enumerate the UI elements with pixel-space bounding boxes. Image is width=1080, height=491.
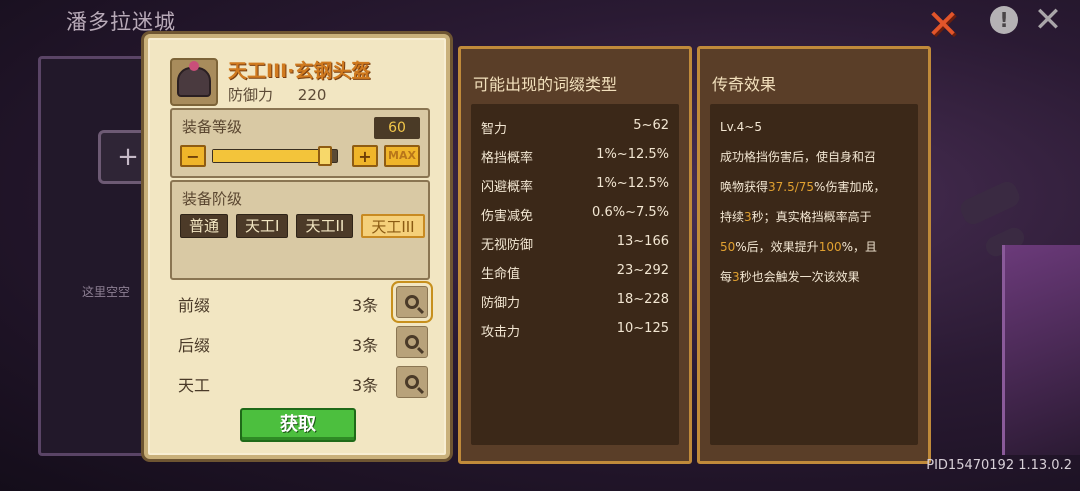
list-item: 生命值 23~292 bbox=[481, 263, 669, 292]
magnifier-icon bbox=[405, 335, 419, 349]
legendary-text: %后，效果提升 bbox=[735, 240, 819, 254]
background-rock bbox=[957, 178, 1023, 228]
affix-type-range: 23~292 bbox=[616, 263, 669, 278]
affix-type-range: 13~166 bbox=[616, 234, 669, 249]
legendary-description: Lv.4~5 成功格挡伤害后，使自身和召 唤物获得37.5/75%伤害加成， 持… bbox=[720, 112, 908, 292]
legendary-text: %，且 bbox=[841, 240, 877, 254]
legendary-text: 每 bbox=[720, 270, 733, 284]
affix-name: 天工 bbox=[178, 376, 211, 395]
legendary-highlight: 37.5/75 bbox=[768, 180, 815, 194]
affix-types-panel: 可能出现的词缀类型 智力 5~62 格挡概率 1%~12.5% 闪避概率 1%~12.… bbox=[458, 46, 692, 464]
affix-row-suffix: 后缀 3条 bbox=[178, 326, 432, 358]
tier-label: 装备阶级 bbox=[182, 190, 243, 208]
affix-name: 前缀 bbox=[178, 296, 211, 315]
level-slider-fill bbox=[213, 150, 325, 162]
legendary-line: 每3秒也会触发一次该效果 bbox=[720, 262, 908, 292]
affix-count: 3条 bbox=[352, 296, 379, 315]
stat-value: 220 bbox=[297, 86, 327, 104]
legendary-line: 持续3秒；真实格挡概率高于 bbox=[720, 202, 908, 232]
legendary-text: %伤害加成， bbox=[814, 180, 886, 194]
affix-type-name: 生命值 bbox=[481, 267, 521, 282]
legendary-text-box: Lv.4~5 成功格挡伤害后，使自身和召 唤物获得37.5/75%伤害加成， 持… bbox=[710, 104, 918, 445]
affix-type-name: 智力 bbox=[481, 122, 508, 137]
affix-search-button[interactable] bbox=[396, 326, 428, 358]
affix-row-tiangong: 天工 3条 bbox=[178, 366, 432, 398]
magnifier-icon bbox=[405, 295, 419, 309]
affix-type-name: 伤害减免 bbox=[481, 209, 534, 224]
tier-option[interactable]: 天工III bbox=[361, 214, 425, 238]
tier-options: 普通 天工I 天工II 天工III bbox=[180, 214, 425, 238]
background-empty-text: 这里空空 bbox=[82, 285, 131, 299]
affix-types-list-box: 智力 5~62 格挡概率 1%~12.5% 闪避概率 1%~12.5% 伤害减免 0.6… bbox=[471, 104, 679, 445]
list-item: 格挡概率 1%~12.5% bbox=[481, 147, 669, 176]
level-slider-thumb[interactable] bbox=[317, 146, 332, 166]
equipment-level-box: 装备等级 60 − + MAX bbox=[170, 108, 430, 178]
close-icon[interactable]: ✕ bbox=[922, 2, 964, 48]
affix-type-name: 攻击力 bbox=[481, 325, 521, 340]
tier-option[interactable]: 天工II bbox=[296, 214, 354, 238]
stat-label: 防御力 bbox=[228, 86, 274, 104]
affix-type-range: 1%~12.5% bbox=[596, 147, 669, 162]
legendary-line: 50%后，效果提升100%，且 bbox=[720, 232, 908, 262]
affix-type-name: 格挡概率 bbox=[481, 151, 534, 166]
background-title: 潘多拉迷城 bbox=[66, 10, 176, 34]
helmet-icon bbox=[170, 58, 218, 106]
legendary-text: 持续 bbox=[720, 210, 745, 224]
affix-types-title: 可能出现的词缀类型 bbox=[473, 75, 618, 94]
affix-type-name: 防御力 bbox=[481, 296, 521, 311]
list-item: 攻击力 10~125 bbox=[481, 321, 669, 350]
legendary-highlight: 3 bbox=[744, 210, 752, 224]
affix-search-button[interactable] bbox=[396, 366, 428, 398]
legendary-line: 成功格挡伤害后，使自身和召 bbox=[720, 150, 877, 164]
level-plus-button[interactable]: + bbox=[352, 145, 378, 167]
affix-type-range: 0.6%~7.5% bbox=[592, 205, 669, 220]
legendary-level-range: Lv.4~5 bbox=[720, 120, 762, 134]
equipment-panel: 天工III·玄钢头盔 防御力 220 装备等级 60 − + MAX 装备阶级 … bbox=[144, 34, 450, 459]
legendary-highlight: 100 bbox=[818, 240, 842, 254]
list-item: 闪避概率 1%~12.5% bbox=[481, 176, 669, 205]
legendary-highlight: 50 bbox=[720, 240, 736, 254]
version-label: PID15470192 1.13.0.2 bbox=[926, 458, 1072, 473]
tier-option[interactable]: 天工I bbox=[236, 214, 289, 238]
info-icon[interactable]: ! bbox=[990, 6, 1018, 34]
legendary-text: 秒也会触发一次该效果 bbox=[739, 270, 860, 284]
affix-types-list: 智力 5~62 格挡概率 1%~12.5% 闪避概率 1%~12.5% 伤害减免 0.6… bbox=[481, 118, 669, 350]
close-icon[interactable]: ✕ bbox=[1030, 0, 1066, 40]
affix-count: 3条 bbox=[352, 376, 379, 395]
magnifier-icon bbox=[405, 375, 419, 389]
equipment-stat: 防御力 220 bbox=[228, 84, 326, 105]
affix-type-range: 10~125 bbox=[616, 321, 669, 336]
list-item: 防御力 18~228 bbox=[481, 292, 669, 321]
affix-type-name: 无视防御 bbox=[481, 238, 534, 253]
affix-row-prefix: 前缀 3条 bbox=[178, 286, 432, 318]
background-crystal bbox=[1002, 245, 1080, 455]
legendary-text: 唤物获得 bbox=[720, 180, 769, 194]
legendary-text: 秒；真实格挡概率高于 bbox=[751, 210, 872, 224]
affix-type-range: 18~228 bbox=[616, 292, 669, 307]
level-minus-button[interactable]: − bbox=[180, 145, 206, 167]
list-item: 伤害减免 0.6%~7.5% bbox=[481, 205, 669, 234]
tier-option[interactable]: 普通 bbox=[180, 214, 229, 238]
legendary-line: 唤物获得37.5/75%伤害加成， bbox=[720, 172, 908, 202]
legendary-highlight: 3 bbox=[732, 270, 740, 284]
list-item: 无视防御 13~166 bbox=[481, 234, 669, 263]
level-slider[interactable] bbox=[212, 146, 338, 166]
equipment-name: 天工III·玄钢头盔 bbox=[228, 60, 371, 82]
list-item: 智力 5~62 bbox=[481, 118, 669, 147]
legendary-effect-panel: 传奇效果 Lv.4~5 成功格挡伤害后，使自身和召 唤物获得37.5/75%伤害… bbox=[697, 46, 931, 464]
affix-type-range: 5~62 bbox=[633, 118, 669, 133]
affix-search-button[interactable] bbox=[396, 286, 428, 318]
obtain-button[interactable]: 获取 bbox=[240, 408, 356, 442]
legendary-title: 传奇效果 bbox=[712, 75, 777, 94]
level-value: 60 bbox=[374, 117, 420, 139]
affix-name: 后缀 bbox=[178, 336, 211, 355]
level-label: 装备等级 bbox=[182, 118, 243, 136]
affix-type-name: 闪避概率 bbox=[481, 180, 534, 195]
affix-count: 3条 bbox=[352, 336, 379, 355]
equipment-tier-box: 装备阶级 普通 天工I 天工II 天工III bbox=[170, 180, 430, 280]
affix-type-range: 1%~12.5% bbox=[596, 176, 669, 191]
level-max-button[interactable]: MAX bbox=[384, 145, 420, 167]
